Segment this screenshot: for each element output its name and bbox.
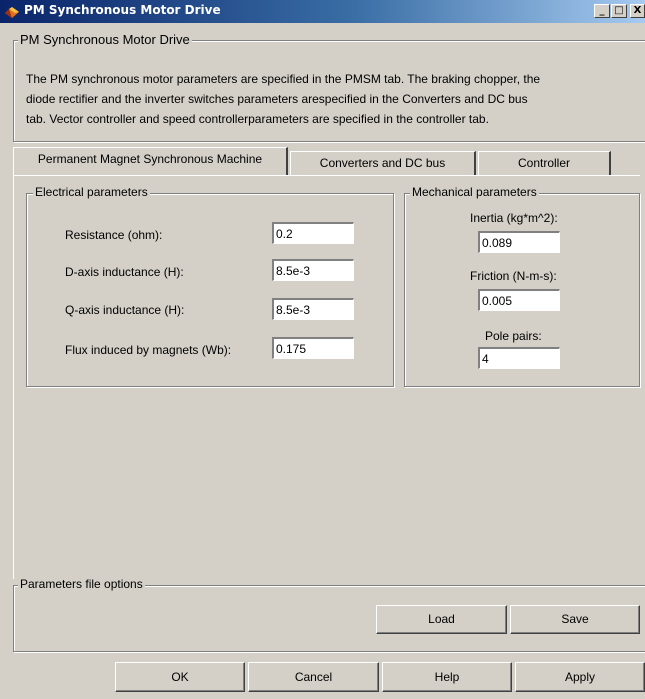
- inertia-input[interactable]: 0.089: [478, 231, 560, 253]
- help-button[interactable]: Help: [382, 662, 512, 692]
- window-title: PM Synchronous Motor Drive: [24, 3, 221, 17]
- mechanical-parameters-title: Mechanical parameters: [410, 185, 539, 199]
- minimize-button[interactable]: _: [594, 4, 610, 18]
- ok-button[interactable]: OK: [115, 662, 245, 692]
- d-axis-inductance-input[interactable]: 8.5e-3: [272, 259, 354, 281]
- inertia-label: Inertia (kg*m^2):: [470, 211, 558, 225]
- friction-input[interactable]: 0.005: [478, 289, 560, 311]
- resistance-label: Resistance (ohm):: [65, 228, 163, 242]
- resistance-input[interactable]: 0.2: [272, 222, 354, 244]
- simulink-block-icon: [5, 7, 19, 18]
- parameters-file-options-title: Parameters file options: [18, 577, 145, 591]
- title-bar[interactable]: PM Synchronous Motor Drive _ □ X: [0, 0, 645, 23]
- tab-pmsm[interactable]: Permanent Magnet Synchronous Machine: [13, 147, 288, 175]
- flux-magnets-label: Flux induced by magnets (Wb):: [65, 343, 232, 357]
- save-button[interactable]: Save: [510, 605, 640, 634]
- tab-converters-dc-bus[interactable]: Converters and DC bus: [290, 151, 476, 175]
- description-line-1: The PM synchronous motor parameters are …: [26, 72, 541, 86]
- apply-button[interactable]: Apply: [515, 662, 645, 692]
- q-axis-inductance-input[interactable]: 8.5e-3: [272, 298, 354, 320]
- description-line-3: tab. Vector controller and speed control…: [26, 112, 489, 126]
- friction-label: Friction (N-m-s):: [470, 269, 557, 283]
- description-line-2: diode rectifier and the inverter switche…: [26, 92, 528, 106]
- load-button[interactable]: Load: [376, 605, 507, 634]
- cancel-button[interactable]: Cancel: [248, 662, 379, 692]
- q-axis-inductance-label: Q-axis inductance (H):: [65, 303, 185, 317]
- maximize-button[interactable]: □: [611, 4, 627, 18]
- close-button[interactable]: X: [630, 4, 645, 18]
- description-group-title: PM Synchronous Motor Drive: [18, 32, 192, 47]
- d-axis-inductance-label: D-axis inductance (H):: [65, 265, 184, 279]
- description-text: The PM synchronous motor parameters are …: [26, 69, 626, 129]
- pole-pairs-label: Pole pairs:: [485, 329, 542, 343]
- electrical-parameters-title: Electrical parameters: [33, 185, 150, 199]
- tab-controller[interactable]: Controller: [478, 151, 611, 175]
- pole-pairs-input[interactable]: 4: [478, 347, 560, 369]
- flux-magnets-input[interactable]: 0.175: [272, 337, 354, 359]
